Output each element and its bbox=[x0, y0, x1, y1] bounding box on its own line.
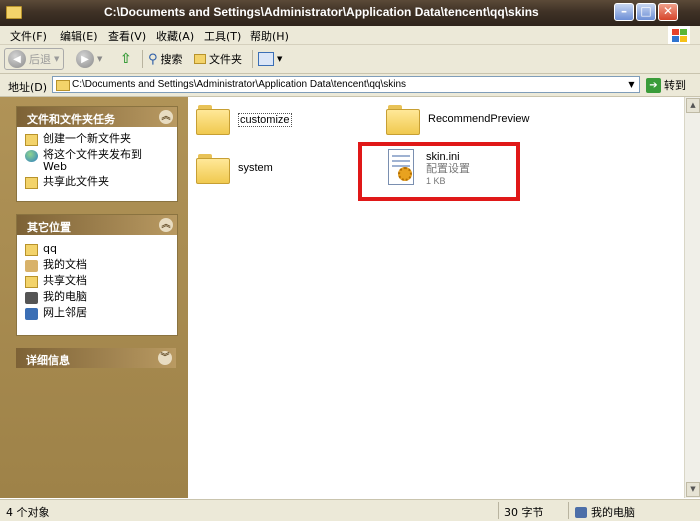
place-my-computer[interactable]: 我的电脑 bbox=[25, 291, 177, 304]
network-icon bbox=[25, 308, 38, 320]
file-list: customize RecommendPreview system skin.i… bbox=[188, 97, 668, 498]
status-size: 30 字节 bbox=[504, 506, 544, 519]
views-button[interactable]: ▼ bbox=[258, 48, 282, 70]
menu-help[interactable]: 帮助(H) bbox=[250, 28, 289, 44]
file-tasks-panel: 文件和文件夹任务 ︽ 创建一个新文件夹 将这个文件夹发布到 Web 共享此文件夹 bbox=[16, 106, 178, 202]
task-pane: 文件和文件夹任务 ︽ 创建一个新文件夹 将这个文件夹发布到 Web 共享此文件夹 bbox=[0, 97, 188, 498]
other-places-panel: 其它位置 ︽ qq 我的文档 共享文档 我的电脑 网上邻居 bbox=[16, 214, 178, 336]
folder-icon bbox=[56, 80, 70, 91]
task-share-folder[interactable]: 共享此文件夹 bbox=[25, 176, 177, 189]
window-title: C:\Documents and Settings\Administrator\… bbox=[104, 5, 539, 19]
folders-button[interactable]: 文件夹 bbox=[194, 48, 242, 70]
computer-icon bbox=[575, 507, 587, 518]
details-panel: 详细信息 ︾ bbox=[16, 348, 176, 368]
up-arrow-icon: ⇧ bbox=[120, 51, 132, 67]
address-dropdown-icon[interactable]: ▼ bbox=[625, 78, 638, 91]
computer-icon bbox=[25, 292, 38, 304]
folder-icon bbox=[386, 105, 420, 135]
back-button[interactable]: ◀ 后退 ▼ bbox=[4, 48, 64, 70]
collapse-icon[interactable]: ︽ bbox=[159, 110, 173, 124]
scroll-up-icon[interactable]: ▲ bbox=[686, 98, 700, 113]
chevron-down-icon: ▼ bbox=[97, 55, 103, 63]
go-button[interactable]: ➔ 转到 bbox=[646, 77, 686, 93]
chevron-down-icon: ▼ bbox=[277, 55, 283, 63]
panel-header[interactable]: 其它位置 ︽ bbox=[17, 215, 177, 235]
annotation-highlight-box bbox=[358, 142, 520, 201]
menu-view[interactable]: 查看(V) bbox=[108, 28, 146, 44]
panel-title: 其它位置 bbox=[27, 221, 71, 234]
my-documents-icon bbox=[25, 260, 38, 272]
place-qq[interactable]: qq bbox=[25, 243, 177, 256]
file-name: customize bbox=[238, 113, 292, 127]
share-folder-icon bbox=[25, 177, 38, 189]
expand-icon[interactable]: ︾ bbox=[158, 351, 172, 365]
file-item-system[interactable]: system bbox=[196, 150, 273, 184]
folder-icon bbox=[196, 154, 230, 184]
folder-icon bbox=[25, 244, 38, 256]
back-arrow-icon: ◀ bbox=[8, 50, 26, 68]
menu-edit[interactable]: 编辑(E) bbox=[60, 28, 98, 44]
panel-header[interactable]: 详细信息 ︾ bbox=[16, 348, 176, 368]
file-item-recommendpreview[interactable]: RecommendPreview bbox=[386, 101, 530, 135]
forward-arrow-icon: ▶ bbox=[76, 50, 94, 68]
status-bar: 4 个对象 30 字节 我的电脑 bbox=[0, 499, 700, 521]
up-folder-button[interactable]: ⇧ bbox=[120, 48, 132, 70]
go-arrow-icon: ➔ bbox=[646, 77, 661, 93]
forward-button[interactable]: ▶ ▼ bbox=[76, 48, 102, 70]
maximize-button[interactable]: □ bbox=[636, 3, 656, 21]
title-bar[interactable]: C:\Documents and Settings\Administrator\… bbox=[0, 0, 700, 26]
shared-documents-icon bbox=[25, 276, 38, 288]
address-input[interactable]: C:\Documents and Settings\Administrator\… bbox=[52, 76, 640, 93]
collapse-icon[interactable]: ︽ bbox=[159, 218, 173, 232]
vertical-scrollbar[interactable]: ▲ ▼ bbox=[684, 97, 700, 498]
task-publish-web[interactable]: 将这个文件夹发布到 Web bbox=[25, 149, 177, 173]
panel-title: 文件和文件夹任务 bbox=[27, 113, 115, 126]
folders-label: 文件夹 bbox=[209, 53, 242, 66]
address-label: 地址(D) bbox=[8, 81, 48, 94]
search-label: 搜索 bbox=[160, 53, 183, 66]
windows-logo-icon bbox=[668, 26, 690, 44]
explorer-window: C:\Documents and Settings\Administrator\… bbox=[0, 0, 700, 521]
status-location: 我的电脑 bbox=[575, 504, 635, 520]
task-new-folder[interactable]: 创建一个新文件夹 bbox=[25, 133, 177, 146]
menu-file[interactable]: 文件(F) bbox=[10, 28, 47, 44]
views-icon bbox=[258, 52, 274, 66]
file-name: RecommendPreview bbox=[428, 113, 530, 125]
folder-icon bbox=[194, 54, 206, 64]
address-bar: 地址(D) C:\Documents and Settings\Administ… bbox=[0, 74, 700, 97]
place-network[interactable]: 网上邻居 bbox=[25, 307, 177, 320]
status-object-count: 4 个对象 bbox=[6, 506, 50, 519]
place-my-documents[interactable]: 我的文档 bbox=[25, 259, 177, 272]
panel-header[interactable]: 文件和文件夹任务 ︽ bbox=[17, 107, 177, 127]
menu-bar: 文件(F) 编辑(E) 查看(V) 收藏(A) 工具(T) 帮助(H) bbox=[0, 26, 700, 45]
folder-icon bbox=[196, 105, 230, 135]
back-label: 后退 bbox=[29, 53, 51, 66]
globe-icon bbox=[25, 150, 38, 162]
search-button[interactable]: ⚲ 搜索 bbox=[148, 48, 183, 70]
menu-favorites[interactable]: 收藏(A) bbox=[156, 28, 194, 44]
search-icon: ⚲ bbox=[148, 51, 158, 67]
menu-tools[interactable]: 工具(T) bbox=[204, 28, 241, 44]
place-shared-documents[interactable]: 共享文档 bbox=[25, 275, 177, 288]
close-button[interactable]: ✕ bbox=[658, 3, 678, 21]
minimize-button[interactable]: – bbox=[614, 3, 634, 21]
new-folder-icon bbox=[25, 134, 38, 146]
folder-icon bbox=[6, 6, 22, 19]
address-path: C:\Documents and Settings\Administrator\… bbox=[72, 79, 407, 90]
file-name: system bbox=[238, 162, 273, 174]
file-item-customize[interactable]: customize bbox=[196, 101, 292, 135]
scroll-down-icon[interactable]: ▼ bbox=[686, 482, 700, 497]
panel-title: 详细信息 bbox=[26, 354, 70, 367]
chevron-down-icon: ▼ bbox=[54, 55, 60, 63]
toolbar: ◀ 后退 ▼ ▶ ▼ ⇧ ⚲ 搜索 文件夹 ▼ bbox=[0, 45, 700, 74]
go-label: 转到 bbox=[664, 79, 686, 92]
